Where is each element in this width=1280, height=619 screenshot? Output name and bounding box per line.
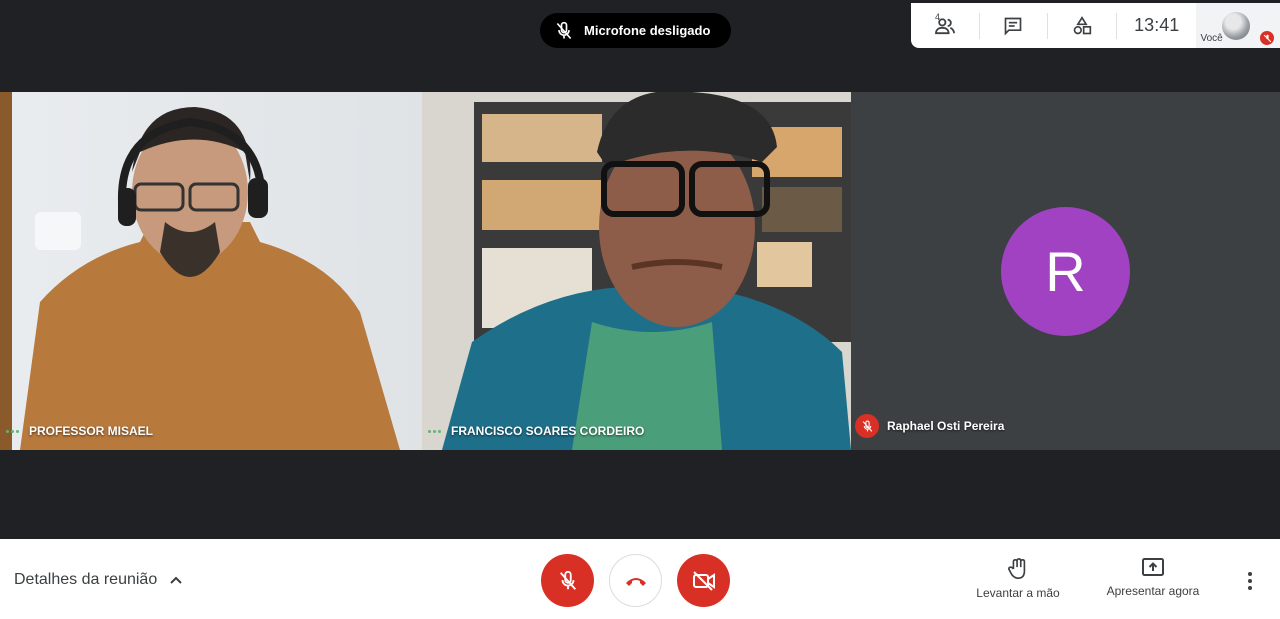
participant-muted-badge <box>855 414 879 438</box>
dot <box>1248 572 1252 576</box>
participant-name-tag: Raphael Osti Pereira <box>855 414 1004 438</box>
chat-button[interactable] <box>980 3 1048 48</box>
speaking-indicator <box>6 429 19 433</box>
raise-hand-label: Levantar a mão <box>976 586 1060 600</box>
shapes-icon <box>1073 15 1092 34</box>
hang-up-icon <box>625 577 646 586</box>
meeting-details-label: Detalhes da reunião <box>14 571 158 588</box>
participant-name: PROFESSOR MISAEL <box>29 424 154 438</box>
hand-icon <box>1008 558 1026 579</box>
participant-tile[interactable]: PROFESSOR MISAEL <box>0 92 422 450</box>
top-right-panel: 4 13:41 Você <box>911 3 1280 48</box>
dot <box>1248 586 1252 590</box>
present-label: Apresentar agora <box>1106 584 1200 598</box>
mic-off-icon <box>559 570 576 590</box>
speaking-indicator <box>428 429 441 433</box>
participant-name-tag: PROFESSOR MISAEL <box>4 424 153 438</box>
avatar <box>1222 12 1251 40</box>
self-view[interactable]: Você <box>1196 3 1280 48</box>
present-now-button[interactable]: Apresentar agora <box>1102 557 1204 598</box>
chat-icon <box>1005 17 1022 36</box>
present-icon <box>1142 558 1164 576</box>
chevron-up-icon <box>170 576 182 584</box>
people-count: 4 <box>935 12 941 22</box>
participant-video <box>442 92 851 450</box>
mic-toggle-button[interactable] <box>541 554 594 607</box>
mic-off-icon <box>1263 34 1272 42</box>
self-muted-badge <box>1260 31 1275 45</box>
raise-hand-button[interactable]: Levantar a mão <box>972 557 1064 600</box>
clock-time: 13:41 <box>1134 15 1180 35</box>
participant-name-tag: FRANCISCO SOARES CORDEIRO <box>426 424 644 438</box>
participant-name: Raphael Osti Pereira <box>887 419 1005 433</box>
participant-tile[interactable]: R Raphael Osti Pereira <box>851 92 1280 450</box>
meeting-details-button[interactable]: Detalhes da reunião <box>14 571 183 589</box>
participant-tile[interactable]: FRANCISCO SOARES CORDEIRO <box>422 92 851 450</box>
leave-call-button[interactable] <box>609 554 662 607</box>
dot <box>1248 579 1252 583</box>
people-button[interactable]: 4 <box>911 3 979 48</box>
clock: 13:41 <box>1117 3 1197 48</box>
camera-toggle-button[interactable] <box>677 554 730 607</box>
microphone-off-toast: Microfone desligado <box>540 13 731 48</box>
self-label: Você <box>1200 33 1223 44</box>
avatar: R <box>1001 207 1130 336</box>
bottom-toolbar: Detalhes da reunião Levantar a mão Apres… <box>0 539 1280 619</box>
participant-name: FRANCISCO SOARES CORDEIRO <box>451 424 645 438</box>
participant-video <box>20 107 400 450</box>
more-options-button[interactable] <box>1242 569 1258 593</box>
toast-text: Microfone desligado <box>584 23 711 38</box>
meeting-stage: Microfone desligado 4 13:41 Você PROFESS… <box>0 0 1280 539</box>
activities-button[interactable] <box>1048 3 1116 48</box>
mic-off-icon <box>862 420 872 432</box>
avatar-initial: R <box>1045 240 1086 303</box>
mic-off-icon <box>556 21 572 39</box>
camera-off-icon <box>692 570 715 591</box>
